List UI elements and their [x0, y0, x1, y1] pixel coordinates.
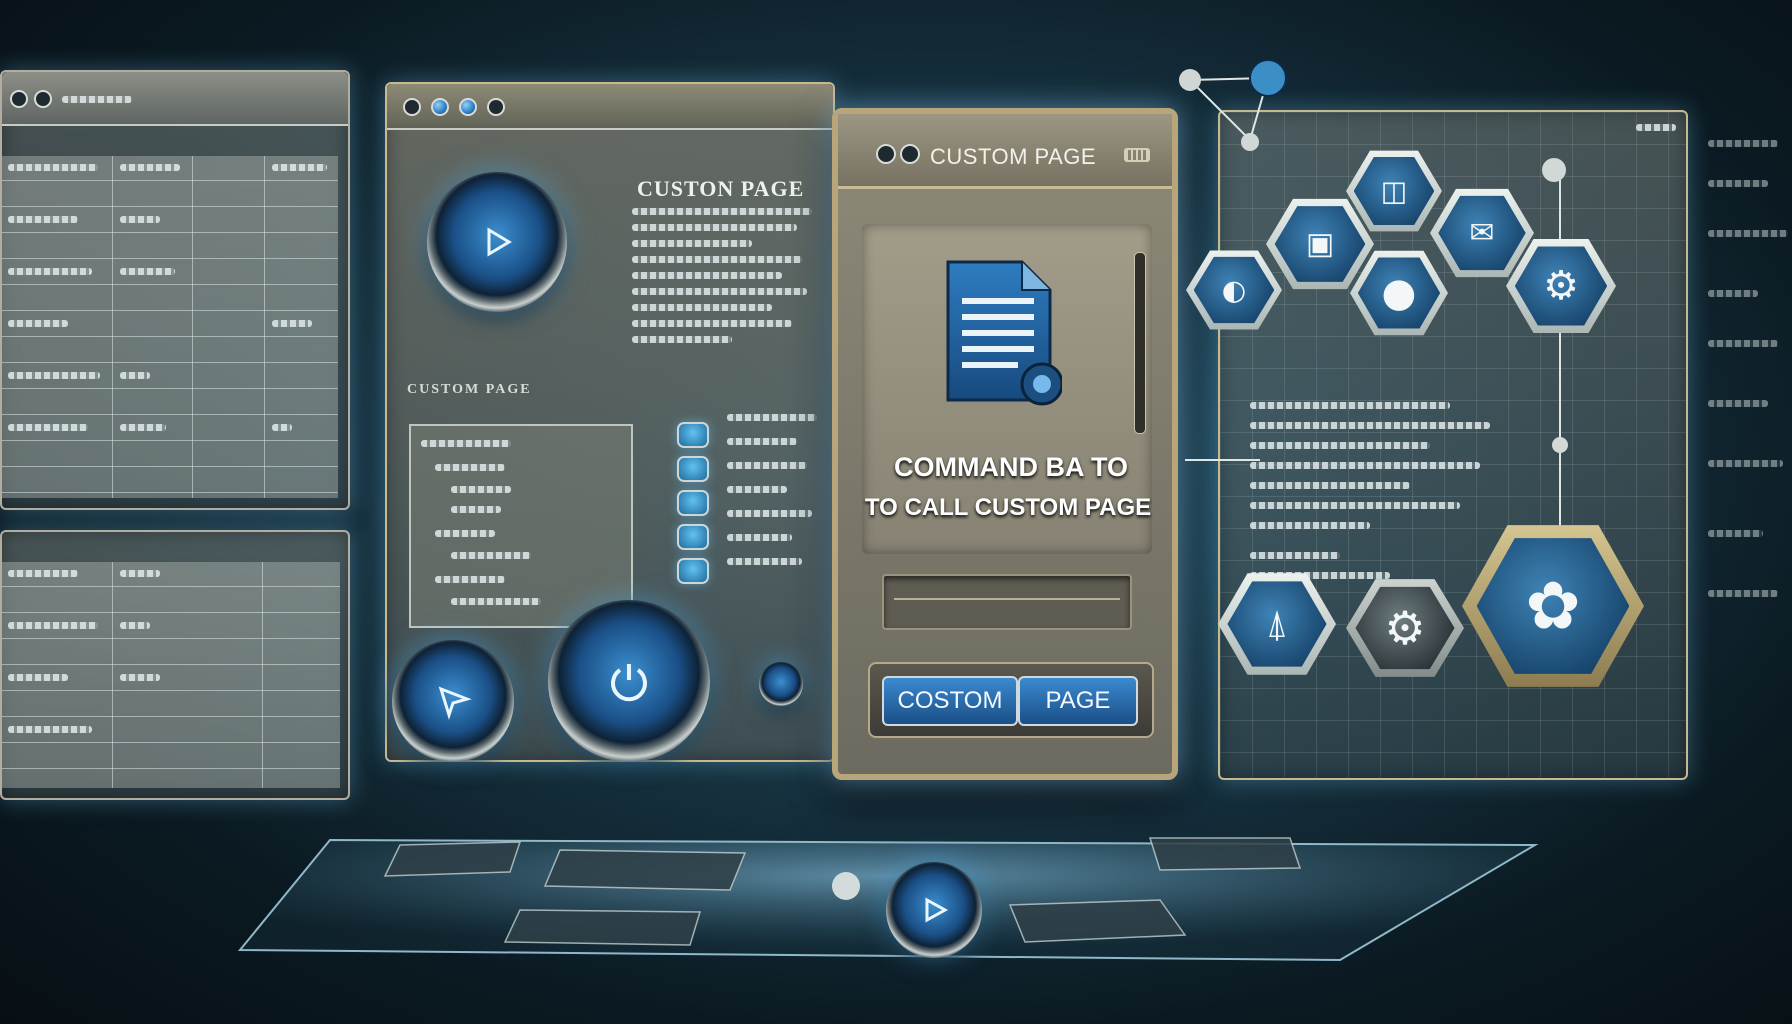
- image-icon: ▣: [1305, 226, 1335, 262]
- drop-icon: ◐: [1221, 273, 1247, 307]
- far-right-text: [1708, 140, 1792, 700]
- network-node: [1241, 133, 1259, 151]
- settings-icon: ⚙: [1543, 263, 1579, 309]
- network-connectors: [1179, 59, 1568, 540]
- bell-icon: ⍋: [1265, 601, 1289, 646]
- circle-icon: ●: [1381, 270, 1417, 316]
- settings-icon: ✿: [1525, 567, 1581, 645]
- network-node: [1552, 437, 1568, 453]
- chat-icon: ✉: [1469, 215, 1495, 251]
- settings-icon: ⚙: [1384, 601, 1426, 655]
- floor-play-button[interactable]: [886, 862, 982, 958]
- play-icon: [925, 897, 949, 923]
- network-node: [1542, 158, 1566, 182]
- network-node: [1249, 59, 1287, 97]
- frame-icon: ◫: [1380, 174, 1408, 208]
- network-node: [1179, 69, 1201, 91]
